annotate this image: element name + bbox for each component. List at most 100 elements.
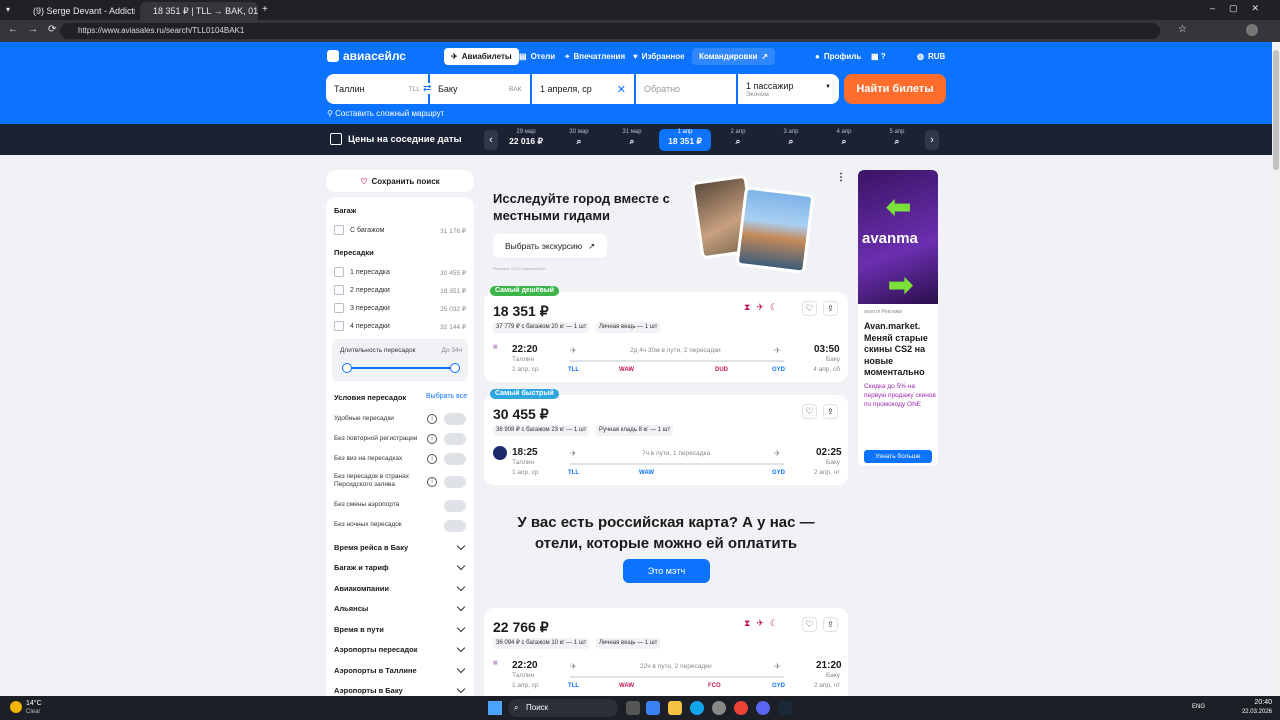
ticket-card[interactable]: Самый дешёвый 18 351 ₽ ⧗ ✈ ☾ ♡ ⇪ 37 779 ₽ … [484, 286, 848, 382]
toggle-switch[interactable] [444, 453, 466, 465]
date-cell[interactable]: 31 мар ⌕ [606, 129, 658, 151]
taskbar-search[interactable]: ⌕ Поиск [508, 699, 618, 717]
favorite-button[interactable]: ♡ [802, 617, 817, 632]
slider-handle-min[interactable] [342, 363, 352, 373]
new-tab-button[interactable]: + [262, 4, 268, 15]
info-icon[interactable]: i [427, 477, 437, 487]
address-bar[interactable]: https://www.aviasales.ru/search/TLL0104B… [60, 23, 1160, 39]
more-options-icon[interactable]: ⋮ [836, 172, 846, 183]
nav-hotels[interactable]: ▤ Отели [512, 48, 562, 65]
share-button[interactable]: ⇪ [823, 617, 838, 632]
swap-icon[interactable]: ⇄ [423, 83, 432, 94]
language-indicator[interactable]: ENG [1192, 704, 1205, 710]
nav-flights[interactable]: ✈ Авиабилеты [444, 48, 519, 65]
depart-date-field[interactable]: 1 апреля, ср ✕ [532, 74, 634, 104]
filter-section-header[interactable]: Авиакомпании [334, 584, 389, 593]
browser-tab-music[interactable]: (9) Serge Devant - Addictio... [20, 2, 135, 20]
site-logo[interactable]: авиасейлс [327, 49, 406, 63]
browser-tab-aviasales[interactable]: 18 351 ₽ | TLL → BAK, 01.04 [140, 2, 258, 20]
toggle-switch[interactable] [444, 433, 466, 445]
landing-icon: ✈ [774, 346, 781, 355]
help-icon[interactable]: ▦ ? [864, 48, 893, 65]
favorite-button[interactable]: ♡ [802, 404, 817, 419]
toggle-switch[interactable] [444, 413, 466, 425]
toggle-switch[interactable] [444, 520, 466, 532]
checkbox[interactable] [334, 303, 344, 313]
date-cell[interactable]: 3 апр ⌕ [765, 129, 817, 151]
filter-section-header[interactable]: Аэропорты в Баку [334, 686, 403, 695]
date-cell[interactable]: 5 апр ⌕ [871, 129, 923, 151]
passengers-field[interactable]: 1 пассажир Эконом ▼ [738, 74, 839, 104]
date-cell[interactable]: 2 апр ⌕ [712, 129, 764, 151]
profile-link[interactable]: ● Профиль [808, 48, 868, 65]
filter-section-header[interactable]: Аэропорты в Таллине [334, 666, 417, 675]
ticket-card[interactable]: Самый быстрый 30 455 ₽ ♡ ⇪ 36 908 ₽ с ба… [484, 389, 848, 485]
next-dates-button[interactable]: › [925, 130, 939, 150]
filter-section-header[interactable]: Время в пути [334, 625, 384, 634]
share-button[interactable]: ⇪ [823, 301, 838, 316]
toggle-switch[interactable] [444, 500, 466, 512]
nav-arrows-icon[interactable]: ←→⟳ [8, 24, 66, 35]
filter-section-header[interactable]: Альянсы [334, 604, 368, 613]
chevron-down-icon [456, 684, 466, 694]
bookmark-star-icon[interactable]: ☆ [1178, 24, 1187, 35]
checkbox[interactable] [334, 267, 344, 277]
profile-avatar[interactable] [1246, 24, 1258, 36]
nav-business[interactable]: Командировки ↗ [692, 48, 776, 65]
filter-section-header[interactable]: Багаж и тариф [334, 563, 389, 572]
return-date-field[interactable]: Обратно [636, 74, 736, 104]
app-icon[interactable] [712, 701, 726, 715]
ad-banner[interactable]: ⬅ avanma ➡ avan.m Реклама Avan.market. М… [858, 170, 938, 466]
steam-icon[interactable] [778, 701, 792, 715]
window-controls[interactable]: –▢✕ [1210, 3, 1273, 14]
search-button[interactable]: Найти билеты [844, 74, 946, 104]
filter-section-header[interactable]: Аэропорты пересадок [334, 645, 417, 654]
date-cell[interactable]: 29 мар 22 016 ₽ [500, 129, 552, 151]
match-button[interactable]: Это мэтч [623, 559, 710, 583]
date-cell[interactable]: 30 мар ⌕ [553, 129, 605, 151]
windows-start-icon[interactable] [488, 701, 502, 715]
edge-icon[interactable] [690, 701, 704, 715]
discord-icon[interactable] [756, 701, 770, 715]
page-scrollbar[interactable] [1272, 42, 1280, 696]
select-all-link[interactable]: Выбрать все [426, 393, 467, 400]
item-tag: Личная вещь — 1 шт [596, 638, 661, 649]
share-button[interactable]: ⇪ [823, 404, 838, 419]
weather-icon[interactable] [10, 701, 22, 713]
checkbox[interactable] [334, 225, 344, 235]
nav-experiences[interactable]: ⌖ Впечатления [558, 48, 632, 65]
info-icon[interactable]: i [427, 434, 437, 444]
explorer-icon[interactable] [668, 701, 682, 715]
airport-code: DUD [715, 367, 728, 373]
complex-route-link[interactable]: ⚲ Составить сложный маршрут [327, 109, 444, 118]
scrollbar-thumb[interactable] [1273, 50, 1279, 170]
app-icon[interactable] [646, 701, 660, 715]
task-view-icon[interactable] [626, 701, 640, 715]
toggle-switch[interactable] [444, 476, 466, 488]
currency-selector[interactable]: ◍ RUB [910, 48, 952, 65]
checkbox[interactable] [334, 285, 344, 295]
origin-field[interactable]: Таллин TLL [326, 74, 428, 104]
arrival-city: Баку [825, 672, 840, 679]
ticket-card[interactable]: 22 766 ₽ ⧗ ✈ ☾ ♡ ⇪ 36 094 ₽ с багажом 10 к… [484, 608, 848, 696]
checkbox[interactable] [334, 321, 344, 331]
favorite-button[interactable]: ♡ [802, 301, 817, 316]
date-cell-selected[interactable]: 1 апр 18 351 ₽ [659, 129, 711, 151]
clear-icon[interactable]: ✕ [617, 83, 626, 96]
filter-section-header[interactable]: Время рейса в Баку [334, 543, 408, 552]
ad-learn-more-button[interactable]: Узнать больше [864, 450, 932, 463]
info-icon[interactable]: i [427, 414, 437, 424]
info-icon[interactable]: i [427, 454, 437, 464]
chevron-down-icon [456, 541, 466, 551]
date-cell[interactable]: 4 апр ⌕ [818, 129, 870, 151]
choose-excursion-button[interactable]: Выбрать экскурсию ↗ [493, 234, 608, 258]
slider-handle-max[interactable] [450, 363, 460, 373]
nav-favorites[interactable]: ♥ Избранное [626, 48, 692, 65]
arrival-city: Баку [825, 356, 840, 363]
chrome-icon[interactable] [734, 701, 748, 715]
tab-list-icon[interactable]: ▾ [6, 5, 10, 14]
save-search-button[interactable]: ♡ Сохранить поиск [326, 170, 474, 192]
airport-code: WAW [639, 470, 654, 476]
prev-dates-button[interactable]: ‹ [484, 130, 498, 150]
destination-field[interactable]: Баку BAK [430, 74, 530, 104]
